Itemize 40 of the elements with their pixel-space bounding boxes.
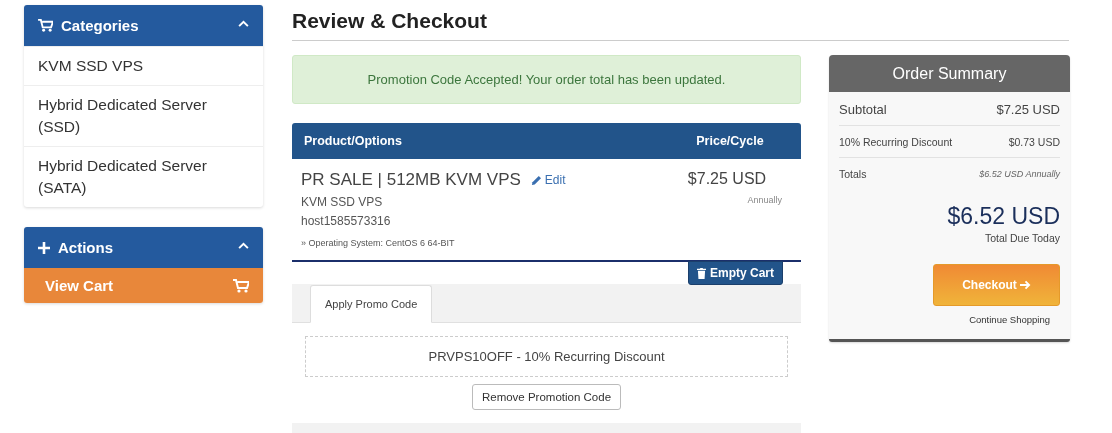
column-header: Product/Options <box>304 134 403 148</box>
page-title: Review & Checkout <box>292 9 1069 41</box>
panel-title: Actions <box>58 239 114 256</box>
category-item[interactable]: KVM SSD VPS <box>24 46 263 85</box>
price: $7.25 USD <box>686 170 768 188</box>
cart-icon <box>38 19 53 32</box>
trash-icon <box>697 267 706 279</box>
applied-promo-code: PRVPS10OFF - 10% Recurring Discount <box>305 336 788 377</box>
hostname: host1585573316 <box>301 214 392 228</box>
summary-label: Totals <box>839 167 867 180</box>
chevron-icon[interactable] <box>238 242 249 249</box>
panel-header[interactable]: Categories <box>24 5 263 46</box>
summary-label: Subtotal <box>839 102 887 117</box>
edit-link[interactable]: Edit <box>530 173 566 187</box>
chevron-icon[interactable] <box>238 20 249 27</box>
remove-promo-button[interactable]: Remove Promotion Code <box>471 384 622 410</box>
product-group: KVM SSD VPS <box>301 195 662 209</box>
summary-value: $0.73 USD <box>1008 135 1060 148</box>
billing-cycle: Annually <box>746 195 783 205</box>
continue-shopping-link[interactable]: Continue Shopping <box>969 314 1050 325</box>
promo-tab[interactable]: Apply Promo Code <box>310 285 433 323</box>
cart-icon <box>233 278 249 293</box>
summary-value: $6.52 USD Annually <box>979 168 1060 179</box>
plus-icon <box>38 241 50 254</box>
panel-header[interactable]: Actions <box>24 227 263 268</box>
total-amount: $6.52 USD <box>946 203 1060 230</box>
pencil-icon <box>530 174 542 186</box>
order-summary-title: Order Summary <box>829 55 1070 92</box>
empty-cart-button[interactable]: Empty Cart <box>688 261 783 285</box>
summary-label: 10% Recurring Discount <box>839 135 953 148</box>
category-item[interactable]: Hybrid Dedicated Server (SSD) <box>24 85 263 146</box>
column-header: Price/Cycle <box>695 134 765 148</box>
product-option: » Operating System: CentOS 6 64-BIT <box>301 238 662 248</box>
summary-value: $7.25 USD <box>996 102 1060 117</box>
product-name: PR SALE | 512MB KVM VPS <box>301 170 521 190</box>
success-alert: Promotion Code Accepted! Your order total has been updated. <box>292 55 801 104</box>
category-item[interactable]: Hybrid Dedicated Server (SATA) <box>24 146 263 207</box>
arrow-right-icon <box>1019 280 1031 290</box>
total-caption: Total Due Today <box>983 232 1060 244</box>
panel-title: Categories <box>61 17 140 34</box>
